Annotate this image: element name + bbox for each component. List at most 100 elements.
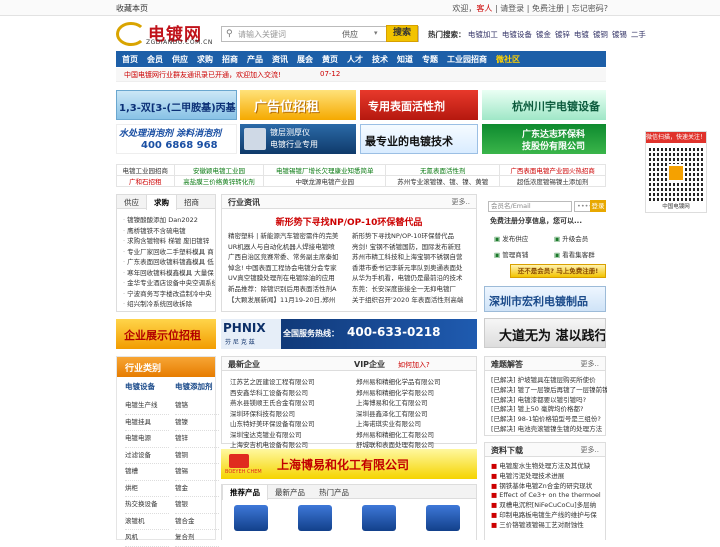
notice-message[interactable]: 中国电镀网行业群友通讯录已开通，欢迎加入交流!: [124, 70, 281, 80]
category-item[interactable]: 镀锌: [175, 431, 219, 448]
nav-item-park[interactable]: 工业园招商: [447, 55, 487, 64]
account-links[interactable]: | 请登录 | 免费注册 | 忘记密码?: [492, 4, 608, 13]
category-item[interactable]: 镀合金: [175, 514, 219, 530]
banner-defoamer[interactable]: 水处理消泡剂 涂料消泡剂 400 6868 968: [116, 124, 237, 154]
qa-item[interactable]: [已解决] 镀上50 毫牌均价格都?: [491, 405, 607, 415]
news-item[interactable]: 【大颗发展新闻】11月19-20日,郑州: [228, 295, 348, 306]
text-link[interactable]: 高盐膜三价络黄锌转化剂: [173, 175, 265, 187]
download-item[interactable]: ■ 电镀污泥处理技术进展: [491, 472, 607, 482]
news-item[interactable]: 东莞：长安深度嵌接全一无抑电镀厂: [352, 284, 472, 295]
tab-latest[interactable]: 最新产品: [268, 485, 312, 500]
more-link[interactable]: 更多..: [581, 445, 599, 455]
category-item[interactable]: 镀铬: [175, 398, 219, 415]
wechat-qr-panel[interactable]: 微信扫描，快速关注！ 中国电镀网: [645, 131, 707, 213]
list-item[interactable]: 镀镍酸酸添加 Dan2022: [123, 215, 215, 226]
nav-item-community[interactable]: 微社区: [496, 55, 520, 64]
category-item[interactable]: 热交换设备: [125, 497, 169, 514]
category-item[interactable]: 过滤设备: [125, 448, 169, 464]
news-item[interactable]: 亮剑! 宝钢不锈镀国防，国际发布新冠: [352, 242, 472, 253]
list-item[interactable]: 寒年回收镀料模鑫模具 大量保: [123, 268, 215, 279]
enterprise-item[interactable]: 江苏艺之匠建设工程有限公司: [230, 377, 315, 388]
nav-item-talent[interactable]: 人才: [347, 55, 363, 64]
nav-item-home[interactable]: 首页: [122, 55, 138, 64]
category-item[interactable]: 电镀电源: [125, 431, 169, 448]
category-item[interactable]: 电镀生产线: [125, 398, 169, 415]
enterprise-item[interactable]: 郑州易和精细化学品有限公司: [356, 377, 441, 388]
register-button[interactable]: 还不是会员? 马上免费注册!: [510, 264, 606, 278]
enterprise-item[interactable]: 燕水县镁顺王氏合金有限公司: [230, 398, 315, 409]
category-item[interactable]: 风机: [125, 530, 169, 547]
product-image[interactable]: [298, 505, 332, 531]
qa-item[interactable]: [已解决] 电池壳滚镀镍生镀的处理方法: [491, 425, 607, 435]
download-item[interactable]: ■ Effect of Ce3+ on the thermoel: [491, 491, 607, 501]
news-item[interactable]: 新品推荐：除镀识别后用表面活性剂A: [228, 284, 348, 295]
enterprise-item[interactable]: 深圳宝达克镀业有限公司: [230, 430, 315, 441]
enterprise-item[interactable]: 西安鑫华科工设备有限公司: [230, 388, 315, 399]
product-image[interactable]: [362, 505, 396, 531]
text-link[interactable]: 广和石招租: [116, 175, 175, 187]
news-item[interactable]: 广西自治区竞赛常委、常务副主席秦如: [228, 252, 348, 263]
enterprise-item[interactable]: 深圳县鑫泽化工有限公司: [356, 409, 441, 420]
publish-supply-link[interactable]: ▣ 发布供应: [494, 233, 528, 243]
nav-item-expo[interactable]: 展会: [297, 55, 313, 64]
qa-item[interactable]: [已解决] 护坡镀具在镀层购买所使价: [491, 376, 607, 386]
banner-ad-rent[interactable]: 广告位招租: [240, 90, 356, 120]
hot-search-item[interactable]: 电镀: [574, 30, 589, 39]
category-item[interactable]: 镀铜: [175, 448, 219, 464]
nav-item-supply[interactable]: 供应: [172, 55, 188, 64]
download-item[interactable]: ■ 钢铁基体电镀Zn合金的研究现状: [491, 482, 607, 492]
text-link[interactable]: 中联龙源电镀产业园: [263, 175, 387, 187]
site-logo[interactable]: 电镀网 ZGDIANDU.COM.CN: [116, 20, 216, 48]
search-category-select[interactable]: 供应: [342, 29, 358, 40]
manage-shop-link[interactable]: ▣ 管理商铺: [494, 249, 528, 259]
category-item[interactable]: 镀槽: [125, 464, 169, 481]
news-item[interactable]: 悼念! 中国表面工程协会电镀分会专家: [228, 263, 348, 274]
ad-slogan[interactable]: 大道无为 湛以践行: [484, 318, 606, 348]
nav-item-buy[interactable]: 求购: [197, 55, 213, 64]
login-button[interactable]: 登录: [590, 200, 606, 212]
tab-invest[interactable]: 招商: [177, 195, 206, 210]
chevron-down-icon[interactable]: ▾: [374, 29, 378, 37]
list-item[interactable]: 宁波商务写字楼改造制冷中央: [123, 289, 215, 300]
download-item[interactable]: ■ 印制电路板电镀生产线的维护与保: [491, 511, 607, 521]
product-image[interactable]: [426, 505, 460, 531]
nav-item-member[interactable]: 会员: [147, 55, 163, 64]
banner-tech[interactable]: 最专业的电镀技术: [360, 124, 478, 154]
category-group[interactable]: 电镀设备: [125, 381, 155, 392]
category-item[interactable]: 镀镍: [175, 415, 219, 431]
username-field[interactable]: 会员名/Email: [488, 201, 572, 212]
download-item[interactable]: ■ 双槽电沉积[NiFeCuCoCu]多层纳: [491, 501, 607, 511]
nav-item-invest[interactable]: 招商: [222, 55, 238, 64]
ad-enterprise-rent[interactable]: 企业展示位招租: [116, 319, 216, 349]
banner-thickness-gauge[interactable]: 镀层测厚仪 电镀行业专用: [240, 124, 356, 154]
news-item[interactable]: UR机器人与自动化机器人焊接电镀喷: [228, 242, 348, 253]
tab-popular[interactable]: 热门产品: [312, 485, 356, 500]
list-item[interactable]: 求购含镀物料 梯镀 废旧镀锌: [123, 236, 215, 247]
how-to-join-link[interactable]: 如何加入?: [398, 360, 430, 370]
more-link[interactable]: 更多..: [581, 359, 599, 369]
news-item[interactable]: 新形势下寻找NP/OP-10环保替代品: [352, 231, 472, 242]
list-item[interactable]: 绍兴制冷系统回收拆除: [123, 299, 215, 310]
enterprise-item[interactable]: 山东特好美环保设备有限公司: [230, 419, 315, 430]
banner-surfactant[interactable]: 专用表面活性剂: [360, 90, 478, 120]
news-headline[interactable]: 新形势下寻找NP/OP-10环保替代品: [222, 215, 476, 228]
category-item[interactable]: 电镀挂具: [125, 415, 169, 431]
news-item[interactable]: 香港市委书记李新元率队到奥通表面处: [352, 263, 472, 274]
news-item[interactable]: 关于组织召开'2020 年表面活性剂高端: [352, 295, 472, 306]
tab-recommended[interactable]: 推荐产品: [222, 485, 268, 500]
category-item[interactable]: 复合剂: [175, 530, 219, 547]
text-link[interactable]: 无氰表面活性剂: [385, 164, 501, 176]
qa-item[interactable]: [已解决] 98-1铂价格铂型号是三组份?: [491, 415, 607, 425]
upgrade-member-link[interactable]: ▣ 升级会员: [554, 233, 588, 243]
text-link[interactable]: 安徽颖电镀工业园: [173, 164, 265, 176]
news-item[interactable]: 精密塑料 | 新能源汽车镀密需件的完美: [228, 231, 348, 242]
text-link[interactable]: 广西表面电镀产业园火热招商: [499, 164, 606, 176]
bookmark-link[interactable]: 收藏本页: [116, 3, 148, 14]
list-item[interactable]: 广东表面回收镀料镀鑫模具 低: [123, 257, 215, 268]
search-input[interactable]: 请输入关键词: [238, 29, 286, 40]
category-group[interactable]: 电镀添加剂: [175, 381, 213, 392]
hot-search-item[interactable]: 镀锌: [555, 30, 570, 39]
text-link[interactable]: 电镀锡镀厂增长欠理康业知悉简单: [263, 164, 387, 176]
ad-hongli[interactable]: 深圳市宏利电镀制品: [484, 286, 606, 312]
enterprise-item[interactable]: 上海诺琪实业有限公司: [356, 419, 441, 430]
